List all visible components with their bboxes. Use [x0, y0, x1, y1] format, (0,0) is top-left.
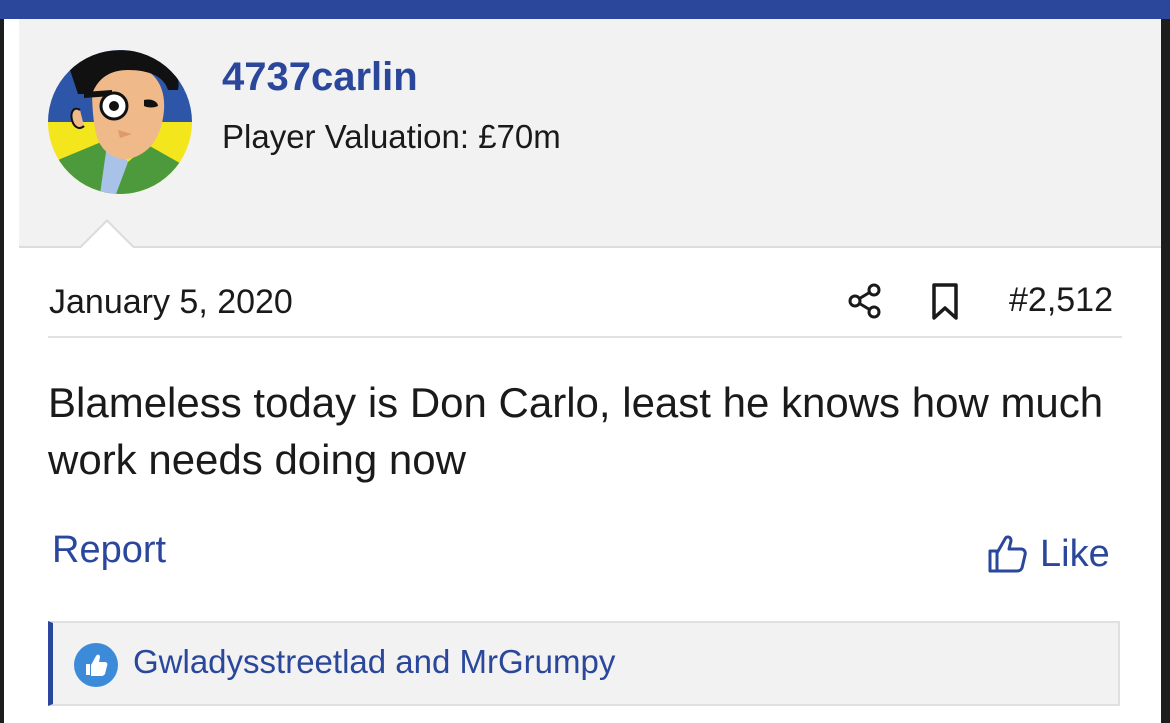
report-link[interactable]: Report: [52, 529, 166, 572]
divider: [48, 336, 1122, 338]
user-header: 4737carlin Player Valuation: £70m: [19, 19, 1161, 248]
share-icon[interactable]: [846, 282, 884, 320]
post-date: January 5, 2020: [49, 283, 293, 321]
username-link[interactable]: 4737carlin: [222, 55, 418, 100]
like-button[interactable]: Like: [986, 531, 1110, 577]
screen-frame: 4737carlin Player Valuation: £70m Januar…: [0, 0, 1170, 723]
header-pointer-fill: [80, 222, 134, 249]
post-body: Blameless today is Don Carlo, least he k…: [48, 379, 1104, 483]
like-label: Like: [1040, 532, 1110, 575]
likes-users-link[interactable]: Gwladysstreetlad and MrGrumpy: [133, 643, 615, 681]
likes-summary-bar: Gwladysstreetlad and MrGrumpy: [48, 621, 1120, 706]
thumbs-up-badge-icon: [74, 643, 118, 687]
player-valuation: Player Valuation: £70m: [222, 118, 561, 155]
bookmark-icon[interactable]: [929, 282, 961, 322]
top-nav-bar: [0, 0, 1170, 19]
avatar[interactable]: [48, 50, 192, 194]
avatar-image: [48, 50, 192, 194]
post-number-link[interactable]: #2,512: [1009, 281, 1113, 320]
post-card: 4737carlin Player Valuation: £70m Januar…: [4, 19, 1161, 723]
thumbs-up-icon: [988, 535, 1027, 573]
